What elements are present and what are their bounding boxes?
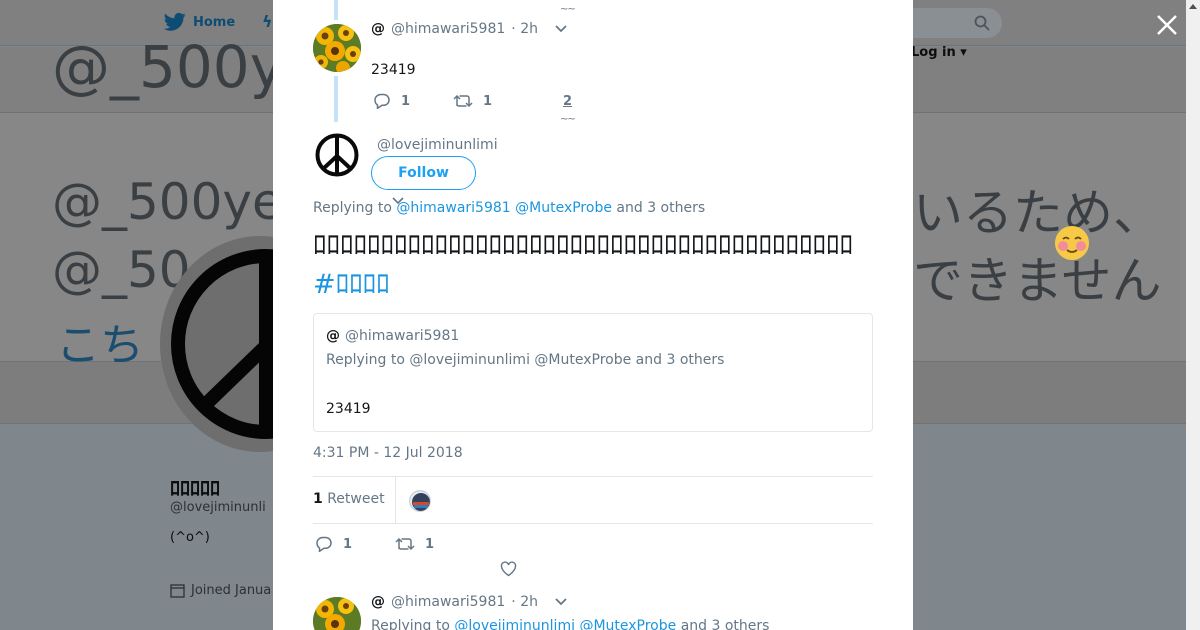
avatar[interactable]	[313, 597, 361, 630]
sunflower-avatar-image	[313, 24, 361, 72]
tweet-time[interactable]: · 2h	[511, 594, 538, 610]
retweet-stat-label: Retweet	[327, 491, 385, 507]
at-symbol: @	[371, 21, 385, 37]
hashtag-link[interactable]: #ﾛﾛﾛﾛ	[313, 262, 390, 301]
chevron-down-icon: ▾	[960, 45, 967, 60]
banner-right-line-2: できません	[913, 252, 1162, 310]
peace-sign-icon	[313, 131, 361, 179]
scrollbar[interactable]	[1186, 0, 1200, 630]
reply-button[interactable]: 1	[373, 93, 453, 109]
chevron-down-icon[interactable]	[554, 24, 568, 34]
retweet-stat[interactable]: 1 Retweet	[313, 491, 385, 507]
replying-others[interactable]: and 3 others	[681, 618, 770, 630]
replying-user-link[interactable]: @MutexProbe	[579, 618, 676, 630]
retweet-stat-count: 1	[313, 491, 323, 507]
tweet-timestamp[interactable]: 4:31 PM - 12 Jul 2018	[313, 445, 463, 461]
quoted-tweet-header: @ @himawari5981	[326, 328, 459, 344]
tweet-handle[interactable]: @lovejiminunlimi	[377, 137, 498, 153]
replying-others[interactable]: and 3 others	[616, 200, 705, 216]
scroll-up-arrow-icon[interactable]	[1189, 4, 1197, 9]
thread-line	[334, 76, 338, 122]
avatar[interactable]	[313, 24, 361, 72]
profile-bio: (^o^)	[170, 530, 210, 545]
like-button[interactable]: 2	[563, 94, 572, 109]
replying-user-link[interactable]: @lovejiminunlimi	[454, 618, 575, 630]
quoted-tweet[interactable]: @ @himawari5981 Replying to @lovejiminun…	[313, 313, 873, 432]
reply-count: 1	[343, 536, 353, 552]
twitter-bird-icon	[164, 12, 186, 31]
retweeter-avatar[interactable]	[409, 490, 431, 512]
at-symbol: @	[326, 328, 340, 344]
reply-icon	[374, 93, 390, 109]
calendar-icon	[170, 584, 185, 598]
tweet-text: ﾛﾛﾛﾛﾛﾛﾛﾛﾛﾛﾛﾛﾛﾛﾛﾛﾛﾛﾛﾛﾛﾛﾛﾛﾛﾛﾛﾛﾛﾛﾛﾛﾛﾛﾛﾛﾛﾛﾛﾛ	[313, 230, 853, 261]
smiling-face-icon	[1055, 226, 1089, 260]
profile-handle[interactable]: @lovejiminunli	[170, 500, 266, 515]
replying-prefix: Replying to	[371, 618, 450, 630]
retweet-icon	[395, 537, 415, 551]
quoted-tweet-handle: @himawari5981	[345, 328, 460, 344]
like-count: 2	[563, 93, 573, 109]
tweet-actions: 1 1	[315, 536, 475, 552]
replying-prefix: Replying to	[313, 200, 392, 216]
profile-joined-label: Joined Janua	[191, 583, 272, 598]
login-dropdown[interactable]: Log in ▾	[911, 45, 967, 60]
quoted-tweet-replying: Replying to @lovejiminunlimi @MutexProbe…	[326, 352, 725, 368]
close-button[interactable]	[1154, 12, 1180, 38]
reply-icon	[316, 536, 332, 552]
replying-to: Replying to @lovejiminunlimi @MutexProbe…	[371, 618, 769, 630]
follow-button[interactable]: Follow	[371, 156, 476, 190]
replying-to: Replying to @himawari5981 @MutexProbe an…	[313, 200, 705, 216]
at-symbol: @	[371, 594, 385, 610]
replying-user-link[interactable]: @MutexProbe	[515, 200, 612, 216]
tweet-handle[interactable]: @himawari5981	[391, 594, 505, 610]
stats-divider	[395, 477, 396, 523]
more-dots: ~~	[560, 4, 576, 15]
thread-line	[334, 0, 338, 20]
nav-home[interactable]: Home	[164, 12, 235, 32]
retweet-button[interactable]: 1	[453, 93, 563, 109]
banner-right-line-1: いるため、	[913, 184, 1163, 242]
profile-joined: Joined Janua	[170, 583, 271, 598]
avatar[interactable]	[313, 131, 361, 179]
tweet-stats: 1 Retweet	[313, 476, 873, 524]
reply-count: 1	[401, 93, 411, 109]
sunflower-avatar-image	[313, 597, 361, 630]
banner-line-1: @_500ye	[52, 173, 283, 231]
login-label: Log in	[911, 45, 956, 60]
tweet-permalink-modal: ~~ @ @himawari5981 · 2h 23419 1 1 2 ~~ @…	[273, 0, 913, 630]
tweet-actions: 1 1 2	[373, 93, 572, 109]
like-icon[interactable]	[500, 561, 517, 577]
more-dots: ~~	[560, 114, 576, 125]
quoted-tweet-text: 23419	[326, 401, 371, 417]
nav-home-label: Home	[193, 14, 236, 30]
moments-icon[interactable]: ϟ	[262, 12, 273, 31]
retweeter-avatar-image	[410, 491, 430, 511]
chevron-down-icon[interactable]	[554, 597, 568, 607]
tweet-time[interactable]: · 2h	[511, 21, 538, 37]
tweet-handle[interactable]: @himawari5981	[391, 21, 505, 37]
close-icon	[1157, 15, 1177, 35]
reply-button[interactable]: 1	[315, 536, 395, 552]
search-icon	[974, 15, 990, 31]
retweet-icon	[453, 94, 473, 108]
profile-name: ﾛﾛﾛﾛﾛ	[170, 476, 220, 500]
retweet-button[interactable]: 1	[395, 536, 475, 552]
tweet-text: 23419	[371, 62, 416, 78]
retweet-count: 1	[483, 93, 493, 109]
tweet-header: @ @himawari5981 · 2h	[371, 21, 568, 37]
replying-user-link[interactable]: @himawari5981	[396, 200, 510, 216]
tweet-header: @ @himawari5981 · 2h	[371, 594, 568, 610]
retweet-count: 1	[425, 536, 435, 552]
